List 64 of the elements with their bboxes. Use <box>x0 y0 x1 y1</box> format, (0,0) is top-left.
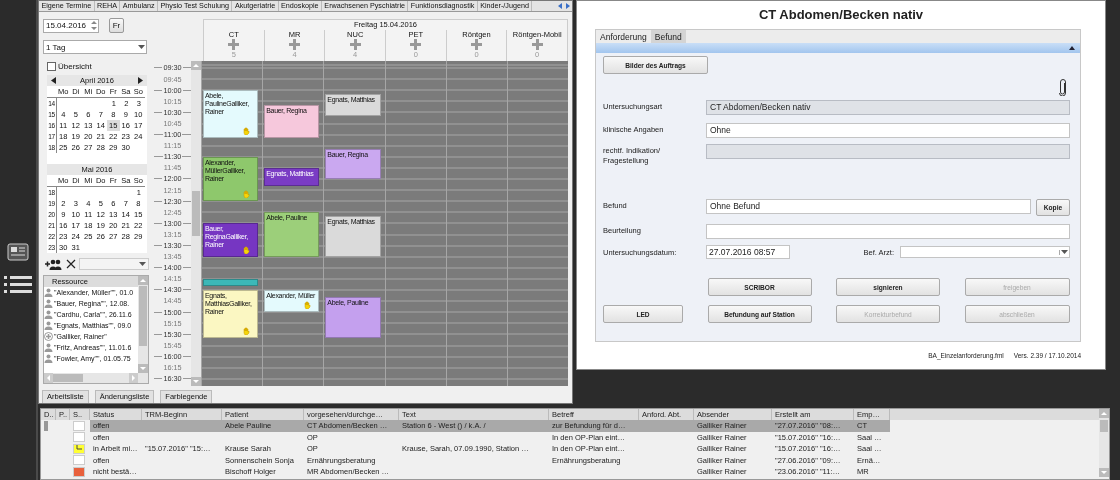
scroll-thumb[interactable] <box>192 191 200 236</box>
date-field[interactable]: 27.07.2016 08:57 <box>706 245 790 259</box>
checkbox[interactable] <box>47 62 56 71</box>
text-field[interactable]: CT Abdomen/Becken nativ <box>706 100 1070 115</box>
plus-icon[interactable] <box>349 39 361 50</box>
scroll-thumb[interactable] <box>1100 420 1108 432</box>
plus-icon[interactable] <box>531 39 543 50</box>
form-title: CT Abdomen/Becken nativ <box>757 6 925 24</box>
plus-icon[interactable] <box>228 39 240 50</box>
checkbox-label: Übersicht <box>58 62 92 71</box>
add-group-icon[interactable] <box>43 258 63 270</box>
caret-icon <box>139 261 146 267</box>
list-icon[interactable] <box>4 275 32 293</box>
left-arrow-icon[interactable] <box>51 77 56 84</box>
corner-mark-icon <box>76 444 82 450</box>
row-marker <box>44 421 48 432</box>
hand-icon <box>304 301 312 310</box>
plus-icon[interactable] <box>471 39 482 50</box>
scrollbar[interactable] <box>191 61 201 386</box>
tab[interactable]: Anforderung <box>596 30 651 43</box>
scroll-up-icon[interactable] <box>191 61 201 70</box>
tab-scroll-icon[interactable] <box>556 1 572 11</box>
hand-icon <box>243 190 251 199</box>
id-card-icon[interactable] <box>7 243 29 261</box>
scrollbar[interactable] <box>138 276 148 373</box>
hand-icon <box>243 327 251 336</box>
spinner-icon[interactable] <box>91 20 97 31</box>
scroll-up-icon[interactable] <box>1099 409 1109 418</box>
plus-icon[interactable] <box>289 39 300 50</box>
tab[interactable]: Befund <box>650 30 686 43</box>
scrollbar[interactable] <box>44 373 148 383</box>
date-field[interactable]: 15.04.2016 <box>43 18 99 33</box>
text-field[interactable] <box>706 224 1070 239</box>
scroll-thumb[interactable] <box>139 286 147 346</box>
caret-up-icon[interactable] <box>1069 46 1075 50</box>
range-dropdown[interactable]: 1 Tag <box>43 40 147 54</box>
caret-icon <box>1059 249 1069 255</box>
paperclip-icon[interactable] <box>1059 79 1067 96</box>
scroll-thumb[interactable] <box>53 374 83 382</box>
scroll-right-icon[interactable] <box>129 373 138 383</box>
text-field[interactable] <box>706 144 1070 159</box>
text-field[interactable]: Ohne <box>706 123 1070 138</box>
person-icon <box>44 354 53 363</box>
caret-icon <box>138 44 145 50</box>
scroll-down-icon[interactable] <box>1099 468 1109 477</box>
plus-icon[interactable] <box>410 39 422 50</box>
hand-icon <box>243 127 251 136</box>
right-arrow-icon[interactable] <box>138 77 143 84</box>
text-field[interactable]: Ohne Befund <box>706 199 1031 214</box>
day-button[interactable]: Fr <box>109 18 124 33</box>
person-icon <box>44 288 53 297</box>
scroll-down-icon[interactable] <box>191 377 201 386</box>
scroll-up-icon[interactable] <box>138 276 148 285</box>
person-icon <box>44 343 53 352</box>
person-icon <box>44 310 53 319</box>
hand-icon <box>243 245 251 254</box>
person-icon <box>44 321 53 330</box>
cross-icon[interactable] <box>66 259 76 269</box>
scrollbar[interactable] <box>1099 409 1109 477</box>
person-icon <box>44 299 53 308</box>
scroll-down-icon[interactable] <box>138 364 148 373</box>
appointment[interactable] <box>203 278 259 287</box>
scroll-left-icon[interactable] <box>44 373 53 383</box>
doctor-dropdown[interactable] <box>900 246 1070 258</box>
